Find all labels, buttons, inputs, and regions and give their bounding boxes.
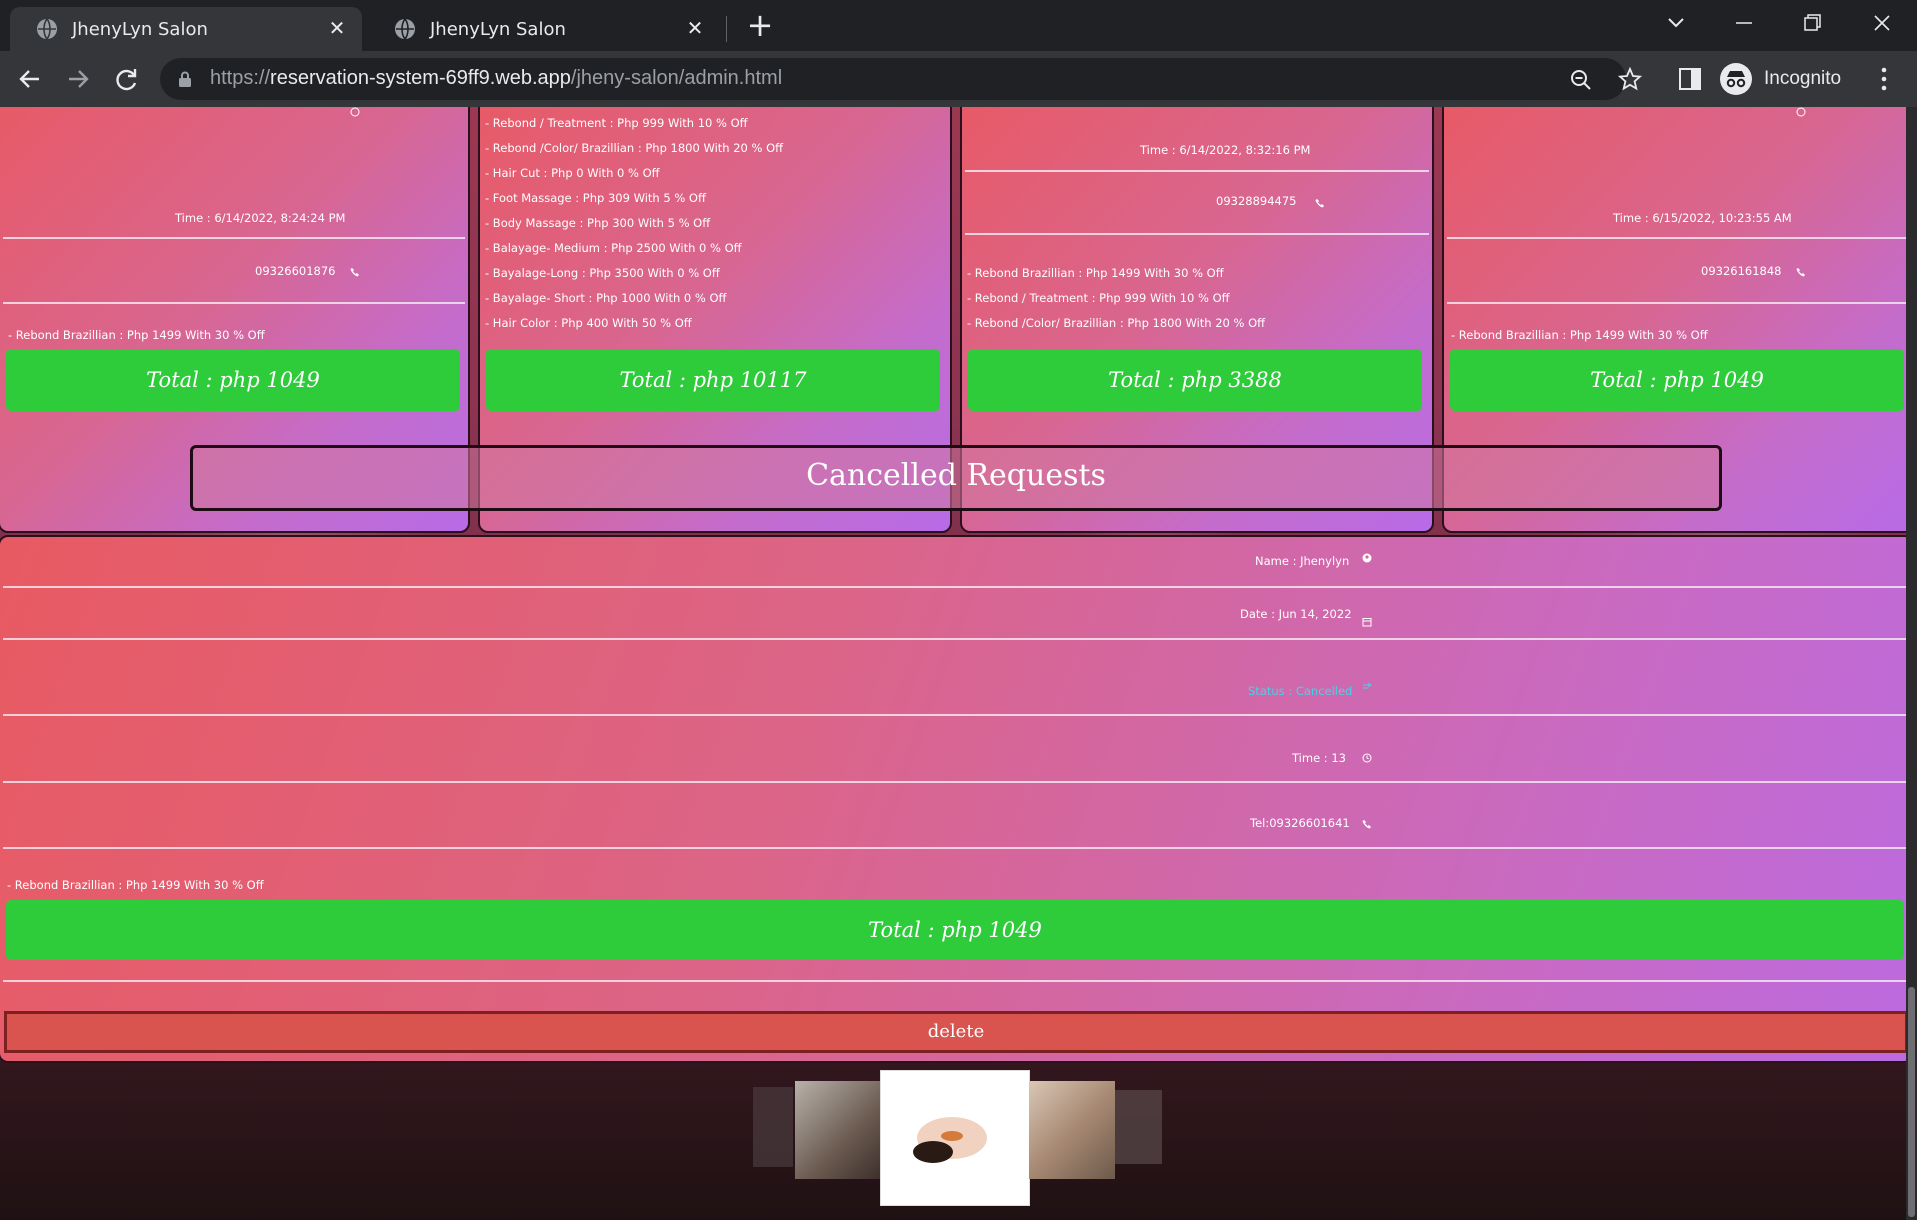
status-icon (1363, 682, 1372, 689)
lock-icon[interactable] (178, 71, 192, 87)
restore-icon[interactable] (1794, 8, 1830, 38)
tab-search-icon[interactable] (1658, 8, 1694, 38)
reservation-time: Time : 6/14/2022, 8:32:16 PM (1140, 143, 1311, 157)
service-item: - Rebond Brazillian : Php 1499 With 30 %… (8, 328, 265, 342)
divider (3, 302, 465, 304)
browser-tab-2[interactable]: JhenyLyn Salon ✕ (368, 7, 720, 51)
service-item: - Body Massage : Php 300 With 5 % Off (485, 216, 711, 230)
forward-arrow-icon[interactable] (62, 63, 94, 95)
total-price: Total : php 1049 (6, 900, 1904, 960)
reload-icon[interactable] (110, 63, 142, 95)
total-price: Total : php 10117 (486, 349, 940, 411)
divider (3, 586, 1909, 588)
incognito-icon (1720, 63, 1752, 95)
browser-toolbar: https://reservation-system-69ff9.web.app… (0, 51, 1917, 107)
incognito-indicator[interactable]: Incognito (1720, 59, 1841, 99)
service-item: - Rebond Brazillian : Php 1499 With 30 %… (1451, 328, 1708, 342)
service-item: - Rebond /Color/ Brazillian : Php 1800 W… (485, 141, 784, 155)
url-host: reservation-system-69ff9.web.app (270, 67, 571, 89)
reservation-time: Time : 13 (1292, 751, 1346, 765)
divider (3, 714, 1909, 716)
clock-icon (1796, 107, 1806, 117)
reservation-phone: 09328894475 (1216, 194, 1297, 208)
url-path: /jheny-salon/admin.html (570, 67, 783, 89)
reservation-phone: 09326601876 (255, 264, 336, 278)
phone-icon (1796, 268, 1805, 277)
hair-shape (913, 1141, 953, 1163)
scrollbar-thumb[interactable] (1908, 987, 1915, 1217)
phone-number: Tel:09326601641 (1250, 816, 1350, 830)
phone-icon (350, 268, 359, 277)
divider (965, 233, 1429, 235)
carousel-image-active[interactable] (880, 1070, 1030, 1206)
flower-shape (941, 1131, 963, 1141)
divider (3, 638, 1909, 640)
total-price: Total : php 1049 (1450, 349, 1904, 411)
divider (3, 980, 1909, 982)
delete-button[interactable]: delete (4, 1011, 1908, 1053)
reservation-phone: 09326161848 (1701, 264, 1782, 278)
cancelled-requests-heading: Cancelled Requests (190, 445, 1722, 511)
status-label: Status : Cancelled (1248, 684, 1353, 698)
close-tab-icon[interactable]: ✕ (326, 17, 348, 39)
service-item: - Rebond Brazillian : Php 1499 With 30 %… (967, 266, 1224, 280)
total-price: Total : php 1049 (6, 349, 460, 411)
cancelled-request-card: Name : Jhenylyn Date : Jun 14, 2022 Stat… (0, 535, 1914, 1063)
url-text: https://reservation-system-69ff9.web.app… (210, 67, 782, 90)
carousel-image[interactable] (1115, 1090, 1162, 1164)
page-scrollbar[interactable] (1906, 107, 1917, 1220)
close-window-icon[interactable] (1864, 8, 1900, 38)
address-bar[interactable]: https://reservation-system-69ff9.web.app… (160, 58, 1642, 100)
calendar-icon (1362, 618, 1372, 627)
service-item: - Rebond / Treatment : Php 999 With 10 %… (485, 116, 748, 130)
total-price: Total : php 3388 (968, 349, 1422, 411)
side-panel-icon[interactable] (1678, 67, 1702, 91)
clock-icon (350, 107, 360, 117)
clock-icon (1362, 753, 1372, 763)
reservation-date: Date : Jun 14, 2022 (1240, 607, 1352, 621)
tab-title: JhenyLyn Salon (430, 18, 566, 40)
service-item: - Rebond Brazillian : Php 1499 With 30 %… (7, 878, 264, 892)
reservation-time: Time : 6/14/2022, 8:24:24 PM (175, 211, 346, 225)
carousel-image[interactable] (753, 1087, 793, 1167)
phone-icon (1315, 199, 1324, 208)
globe-icon (37, 18, 57, 40)
minimize-icon[interactable] (1726, 8, 1762, 38)
url-scheme: https:// (210, 67, 271, 89)
phone-icon (1362, 820, 1371, 829)
tab-title: JhenyLyn Salon (72, 18, 208, 40)
tab-strip: JhenyLyn Salon ✕ JhenyLyn Salon ✕ + (0, 0, 1917, 51)
customer-name: Name : Jhenylyn (1255, 554, 1350, 568)
back-arrow-icon[interactable] (14, 63, 46, 95)
incognito-label: Incognito (1764, 68, 1842, 89)
service-item: - Rebond /Color/ Brazillian : Php 1800 W… (967, 316, 1266, 330)
close-tab-icon[interactable]: ✕ (684, 17, 706, 39)
divider (3, 237, 465, 239)
service-item: - Bayalage- Short : Php 1000 With 0 % Of… (485, 291, 727, 305)
divider (3, 847, 1909, 849)
carousel-image[interactable] (795, 1081, 883, 1179)
browser-tab-1[interactable]: JhenyLyn Salon ✕ (10, 7, 362, 51)
service-item: - Balayage- Medium : Php 2500 With 0 % O… (485, 241, 742, 255)
service-item: - Rebond / Treatment : Php 999 With 10 %… (967, 291, 1230, 305)
menu-dots-icon[interactable] (1872, 65, 1896, 93)
page-content: Time : 6/14/2022, 8:24:24 PM 09326601876… (0, 107, 1917, 1220)
zoom-out-icon[interactable] (1569, 68, 1593, 92)
divider (3, 781, 1909, 783)
divider (1447, 237, 1911, 239)
tab-divider (726, 16, 727, 42)
new-tab-button[interactable]: + (744, 9, 776, 42)
divider (1447, 302, 1911, 304)
user-icon (1362, 553, 1372, 563)
divider (965, 170, 1429, 172)
globe-icon (395, 18, 415, 40)
carousel-image[interactable] (1029, 1081, 1115, 1179)
service-item: - Foot Massage : Php 309 With 5 % Off (485, 191, 706, 205)
bookmark-star-icon[interactable] (1618, 67, 1642, 91)
service-item: - Hair Color : Php 400 With 50 % Off (485, 316, 692, 330)
service-item: - Bayalage-Long : Php 3500 With 0 % Off (485, 266, 720, 280)
reservation-time: Time : 6/15/2022, 10:23:55 AM (1613, 211, 1792, 225)
service-item: - Hair Cut : Php 0 With 0 % Off (485, 166, 660, 180)
